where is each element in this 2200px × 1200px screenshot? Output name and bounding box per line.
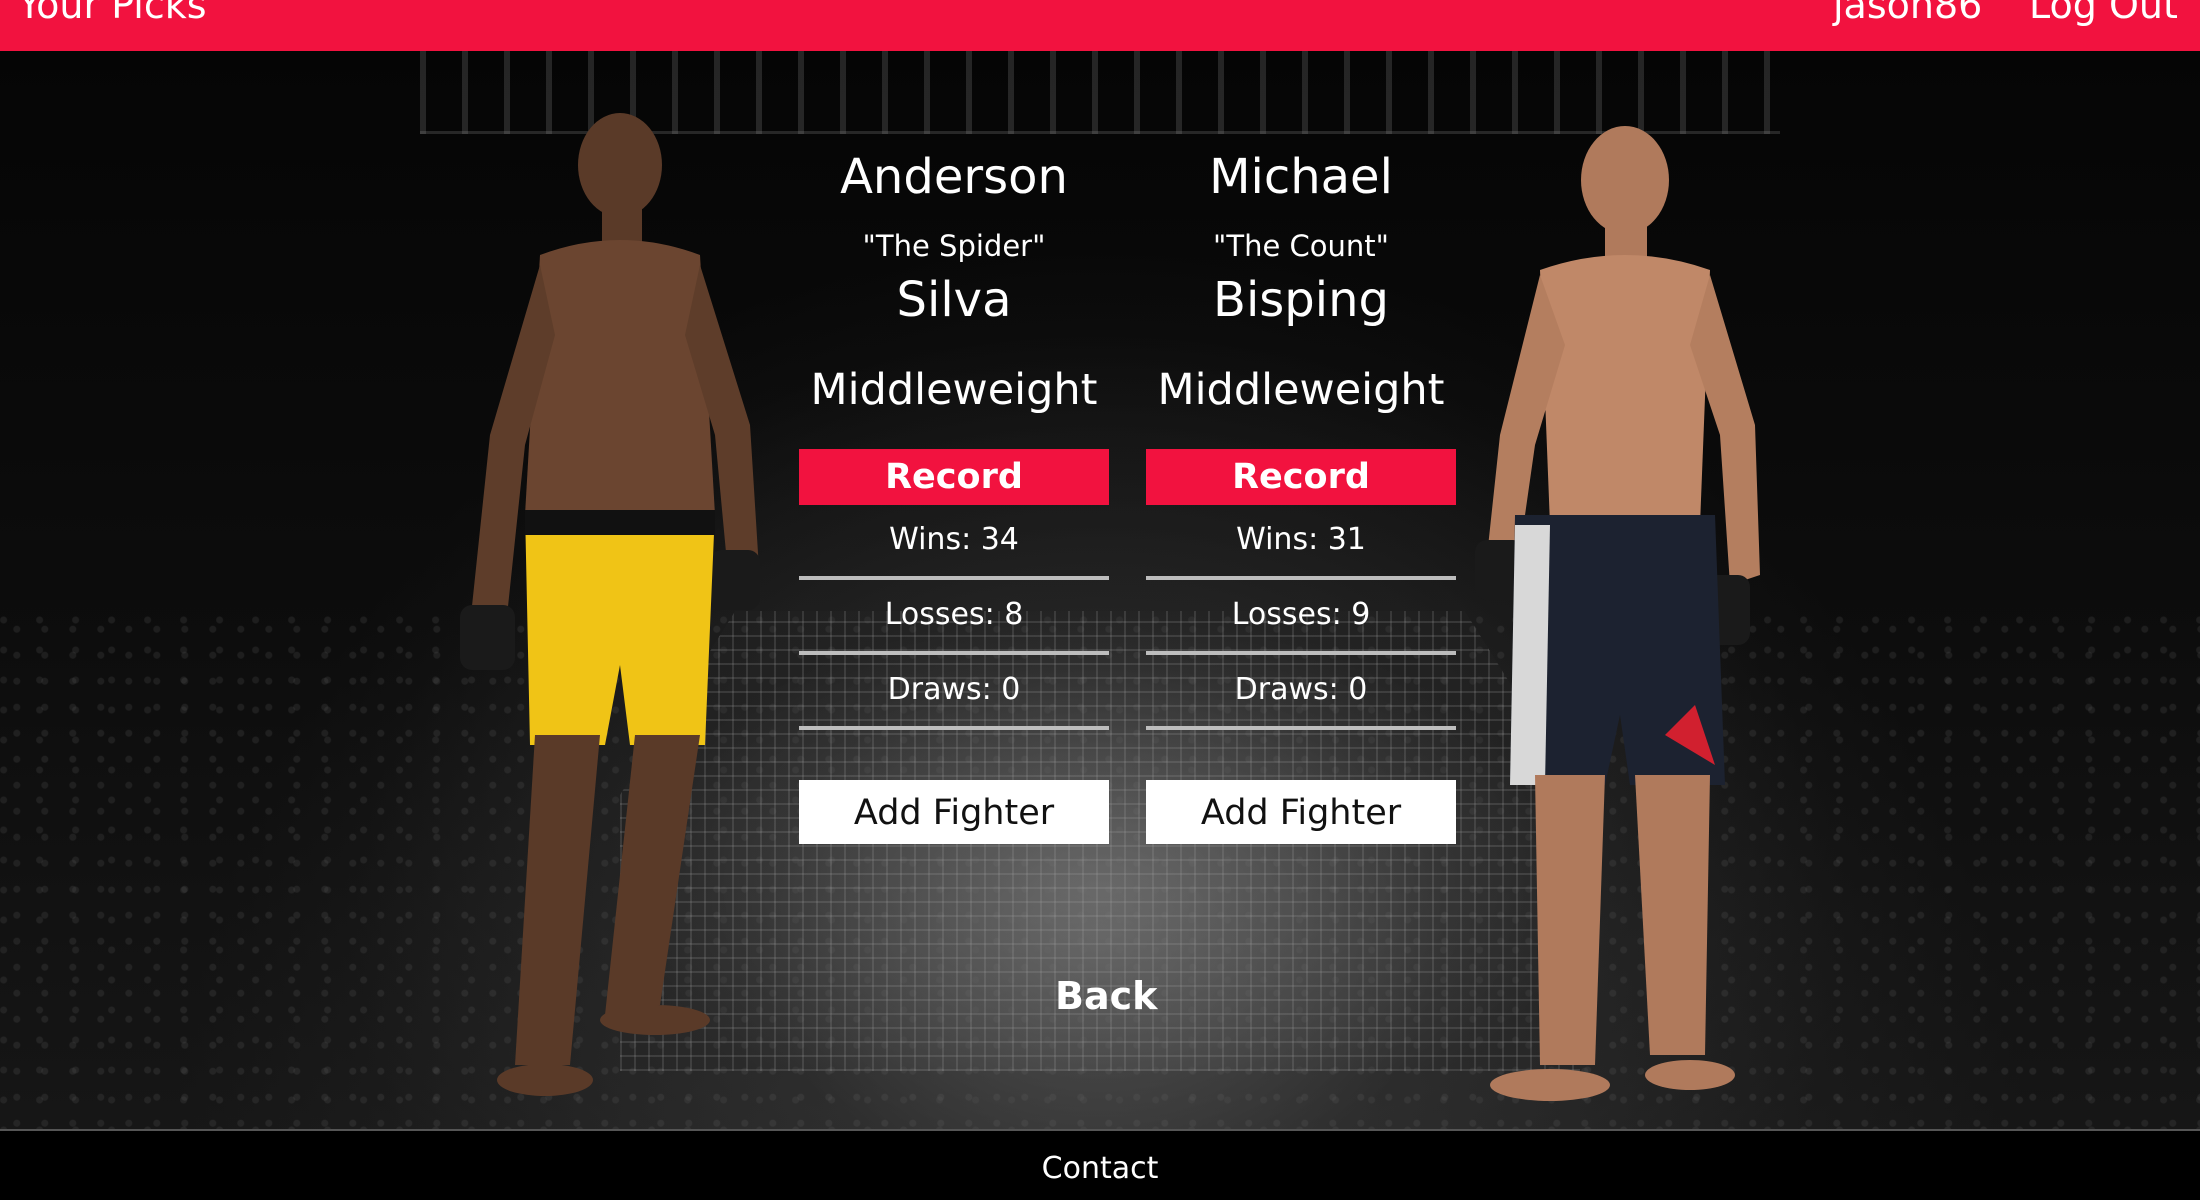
wins-stat: Wins: 31	[1146, 505, 1456, 580]
fighter-photo-right	[1475, 126, 1760, 1101]
losses-stat: Losses: 8	[799, 580, 1109, 655]
add-fighter-button-bisping[interactable]: Add Fighter	[1146, 780, 1456, 844]
record-header: Record	[1146, 449, 1456, 505]
fighter-card-bisping: Michael "The Count" Bisping Middleweight…	[1146, 140, 1456, 844]
fighter-nickname: "The Count"	[1213, 229, 1389, 263]
weight-class: Middleweight	[810, 365, 1098, 415]
fighter-last-name: Silva	[896, 272, 1012, 328]
fighter-nickname: "The Spider"	[862, 229, 1046, 263]
fighter-first-name: Anderson	[840, 149, 1068, 205]
fighter-last-name: Bisping	[1213, 272, 1389, 328]
record-header: Record	[799, 449, 1109, 505]
contact-link[interactable]: Contact	[1030, 1151, 1170, 1186]
fighter-card-silva: Anderson "The Spider" Silva Middleweight…	[799, 140, 1109, 844]
weight-class: Middleweight	[1157, 365, 1445, 415]
fighter-first-name: Michael	[1209, 149, 1393, 205]
wins-stat: Wins: 34	[799, 505, 1109, 580]
your-picks-link[interactable]: Your Picks	[18, 0, 207, 24]
draws-stat: Draws: 0	[799, 655, 1109, 730]
losses-stat: Losses: 9	[1146, 580, 1456, 655]
back-link[interactable]: Back	[1055, 974, 1157, 1018]
draws-stat: Draws: 0	[1146, 655, 1456, 730]
footer: Contact	[0, 1129, 2200, 1200]
top-nav-bar: Your Picks jason86 Log Out	[0, 0, 2200, 51]
username-link[interactable]: jason86	[1833, 0, 1982, 24]
fighter-photo-left	[460, 113, 760, 1096]
logout-link[interactable]: Log Out	[2029, 0, 2178, 24]
add-fighter-button-silva[interactable]: Add Fighter	[799, 780, 1109, 844]
